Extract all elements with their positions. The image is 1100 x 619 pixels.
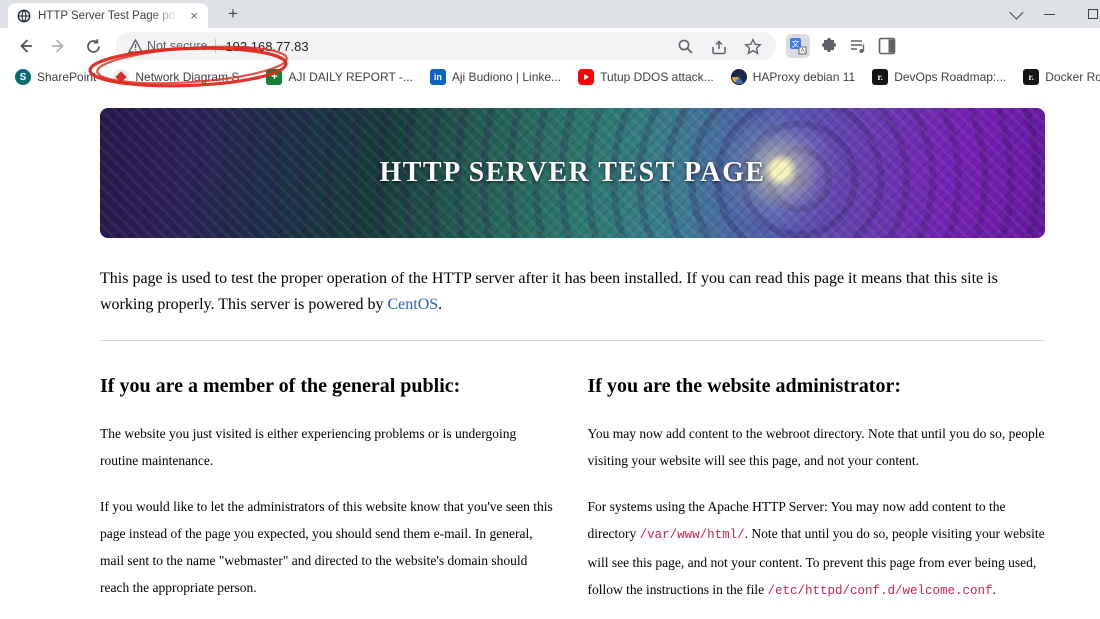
url-text: 192.168.77.83 xyxy=(225,38,309,54)
minimize-button[interactable] xyxy=(1032,0,1066,28)
admin-heading: If you are the website administrator: xyxy=(587,375,901,397)
globe-favicon-icon xyxy=(17,9,31,22)
roadmap-icon: r. xyxy=(1023,69,1040,85)
public-paragraph-1: The website you just visited is either e… xyxy=(100,426,517,468)
maximize-button[interactable] xyxy=(1066,0,1100,28)
svg-text:文: 文 xyxy=(792,39,800,49)
roadmap-icon: r. xyxy=(872,69,889,85)
bookmark-youtube-ddos[interactable]: Tutup DDOS attack... xyxy=(573,66,722,88)
admin-paragraph-1: You may now add content to the webroot d… xyxy=(587,426,1045,468)
forward-button[interactable] xyxy=(46,33,72,59)
tab-search-chevron-icon[interactable] xyxy=(998,0,1032,28)
page-title: HTTP SERVER TEST PAGE xyxy=(379,157,766,188)
address-bar[interactable]: Not secure 192.168.77.83 xyxy=(116,32,776,60)
extension-area: 文 A xyxy=(786,34,896,58)
haproxy-icon xyxy=(730,69,747,85)
bookmark-network-diagram[interactable]: Network Diagram S... xyxy=(108,66,257,88)
side-panel-icon[interactable] xyxy=(878,37,896,55)
svg-text:A: A xyxy=(800,48,805,55)
bookmark-devops-roadmap[interactable]: r. DevOps Roadmap:... xyxy=(867,66,1014,88)
back-button[interactable] xyxy=(12,33,38,59)
general-public-column: If you are a member of the general publi… xyxy=(100,341,558,619)
administrator-column: If you are the website administrator: Yo… xyxy=(588,341,1046,619)
reload-button[interactable] xyxy=(80,33,106,59)
webroot-path-code: /var/www/html/ xyxy=(639,528,745,542)
diagram-icon xyxy=(113,69,130,85)
not-secure-warning-icon xyxy=(128,39,143,53)
new-tab-button[interactable]: + xyxy=(222,3,244,25)
public-heading: If you are a member of the general publi… xyxy=(100,375,461,397)
browser-toolbar: Not secure 192.168.77.83 文 A xyxy=(0,28,1100,88)
bookmark-linkedin[interactable]: in Aji Budiono | Linke... xyxy=(425,66,569,88)
window-controls xyxy=(998,0,1100,28)
security-label: Not secure xyxy=(147,39,208,53)
test-page-banner: HTTP SERVER TEST PAGE xyxy=(100,108,1045,238)
share-icon[interactable] xyxy=(710,38,728,55)
bookmarks-bar: S SharePoint Network Diagram S... + AJI … xyxy=(0,64,1100,90)
public-paragraph-2: If you would like to let the administrat… xyxy=(100,499,553,595)
linkedin-icon: in xyxy=(429,69,446,85)
bookmark-aji-daily-report[interactable]: + AJI DAILY REPORT -... xyxy=(261,66,420,88)
bookmark-docker-roadmap[interactable]: r. Docker Roadmap -... xyxy=(1018,66,1100,88)
youtube-icon xyxy=(578,69,595,85)
translate-extension-button[interactable]: 文 A xyxy=(786,34,810,58)
tab-close-icon[interactable]: × xyxy=(186,8,202,24)
welcome-conf-path-code: /etc/httpd/conf.d/welcome.conf xyxy=(767,584,993,598)
centos-link[interactable]: CentOS xyxy=(388,296,439,313)
bookmark-sharepoint[interactable]: S SharePoint xyxy=(10,66,104,88)
search-icon[interactable] xyxy=(677,38,694,55)
bookmark-star-icon[interactable] xyxy=(744,37,762,55)
browser-window: HTTP Server Test Page powered × + Not se… xyxy=(0,0,1100,619)
extensions-puzzle-icon[interactable] xyxy=(820,37,839,56)
tab-title: HTTP Server Test Page powered xyxy=(38,9,178,22)
omnibox-divider xyxy=(215,39,217,53)
titlebar: HTTP Server Test Page powered × + xyxy=(0,0,1100,28)
sheets-icon: + xyxy=(266,69,283,85)
sharepoint-icon: S xyxy=(15,69,31,85)
admin-paragraph-2: For systems using the Apache HTTP Server… xyxy=(587,499,1045,598)
webpage-content: HTTP SERVER TEST PAGE This page is used … xyxy=(0,108,1100,619)
lead-paragraph: This page is used to test the proper ope… xyxy=(100,270,998,313)
media-playlist-icon[interactable] xyxy=(849,38,868,55)
bookmark-haproxy[interactable]: HAProxy debian 11 xyxy=(726,66,864,88)
browser-tab[interactable]: HTTP Server Test Page powered × xyxy=(8,3,208,28)
